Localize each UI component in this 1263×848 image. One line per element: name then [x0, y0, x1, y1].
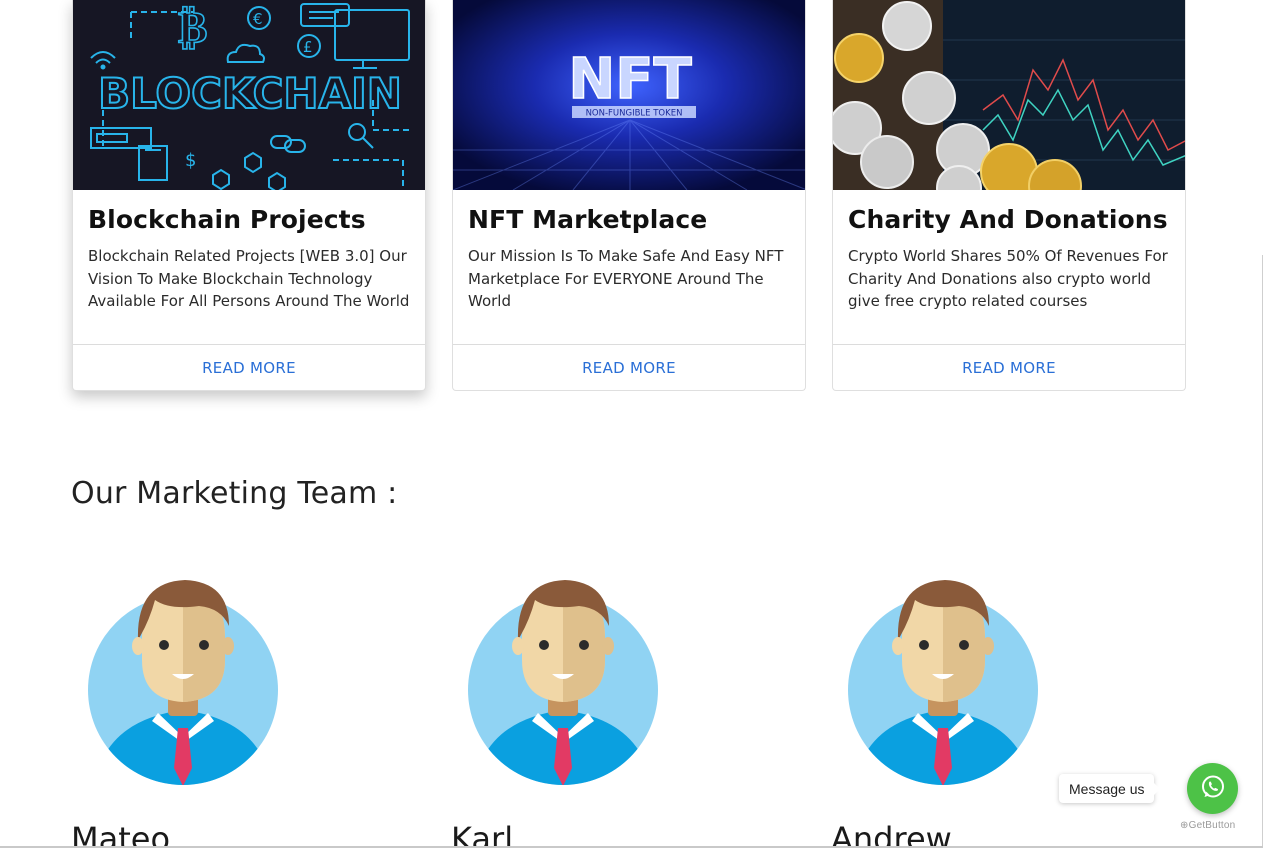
message-us-bubble[interactable]: Message us	[1059, 774, 1162, 803]
card-charity-donations: Charity And Donations Crypto World Share…	[832, 0, 1186, 391]
card-title: Blockchain Projects	[88, 205, 366, 234]
team-member-name: Mateo	[71, 820, 171, 848]
nft-image: NFT NON-FUNGIBLE TOKEN	[453, 0, 805, 190]
team-member-name: Andrew	[831, 820, 952, 848]
card-description: Crypto World Shares 50% Of Revenues For …	[848, 247, 1168, 310]
card-footer: READ MORE	[833, 344, 1185, 390]
svg-text:NON-FUNGIBLE TOKEN: NON-FUNGIBLE TOKEN	[586, 109, 683, 119]
svg-text:₿: ₿	[178, 2, 207, 53]
card-title: NFT Marketplace	[468, 205, 708, 234]
whatsapp-icon	[1199, 773, 1227, 805]
team-member-avatar	[468, 578, 660, 788]
card-nft-marketplace: NFT NON-FUNGIBLE TOKEN NFT Marketplace O…	[452, 0, 806, 391]
svg-text:NFT: NFT	[568, 47, 691, 112]
blockchain-image: ₿ € £ $ BLOCKCHAIN	[73, 0, 425, 190]
crypto-coins-image	[833, 0, 1185, 190]
card-footer: READ MORE	[453, 344, 805, 390]
team-section-title: Our Marketing Team :	[71, 476, 398, 511]
svg-text:£: £	[303, 38, 313, 56]
card-footer: READ MORE	[73, 344, 425, 390]
team-member-avatar	[848, 578, 1040, 788]
read-more-link[interactable]: READ MORE	[582, 359, 676, 377]
card-description: Blockchain Related Projects [WEB 3.0] Ou…	[88, 247, 410, 310]
team-member-avatar	[88, 578, 280, 788]
team-member-name: Karl	[451, 820, 514, 848]
read-more-link[interactable]: READ MORE	[962, 359, 1056, 377]
read-more-link[interactable]: READ MORE	[202, 359, 296, 377]
svg-text:€: €	[253, 10, 263, 28]
services-cards: ₿ € £ $ BLOCKCHAIN Blockchain Projects B…	[72, 0, 1186, 391]
card-description: Our Mission Is To Make Safe And Easy NFT…	[468, 247, 784, 310]
svg-text:BLOCKCHAIN: BLOCKCHAIN	[98, 69, 402, 118]
card-title: Charity And Donations	[848, 205, 1168, 234]
svg-text:$: $	[185, 150, 196, 171]
whatsapp-button[interactable]	[1187, 763, 1238, 814]
getbutton-brand[interactable]: ⊕GetButton	[1180, 820, 1235, 831]
card-blockchain-projects: ₿ € £ $ BLOCKCHAIN Blockchain Projects B…	[72, 0, 426, 391]
